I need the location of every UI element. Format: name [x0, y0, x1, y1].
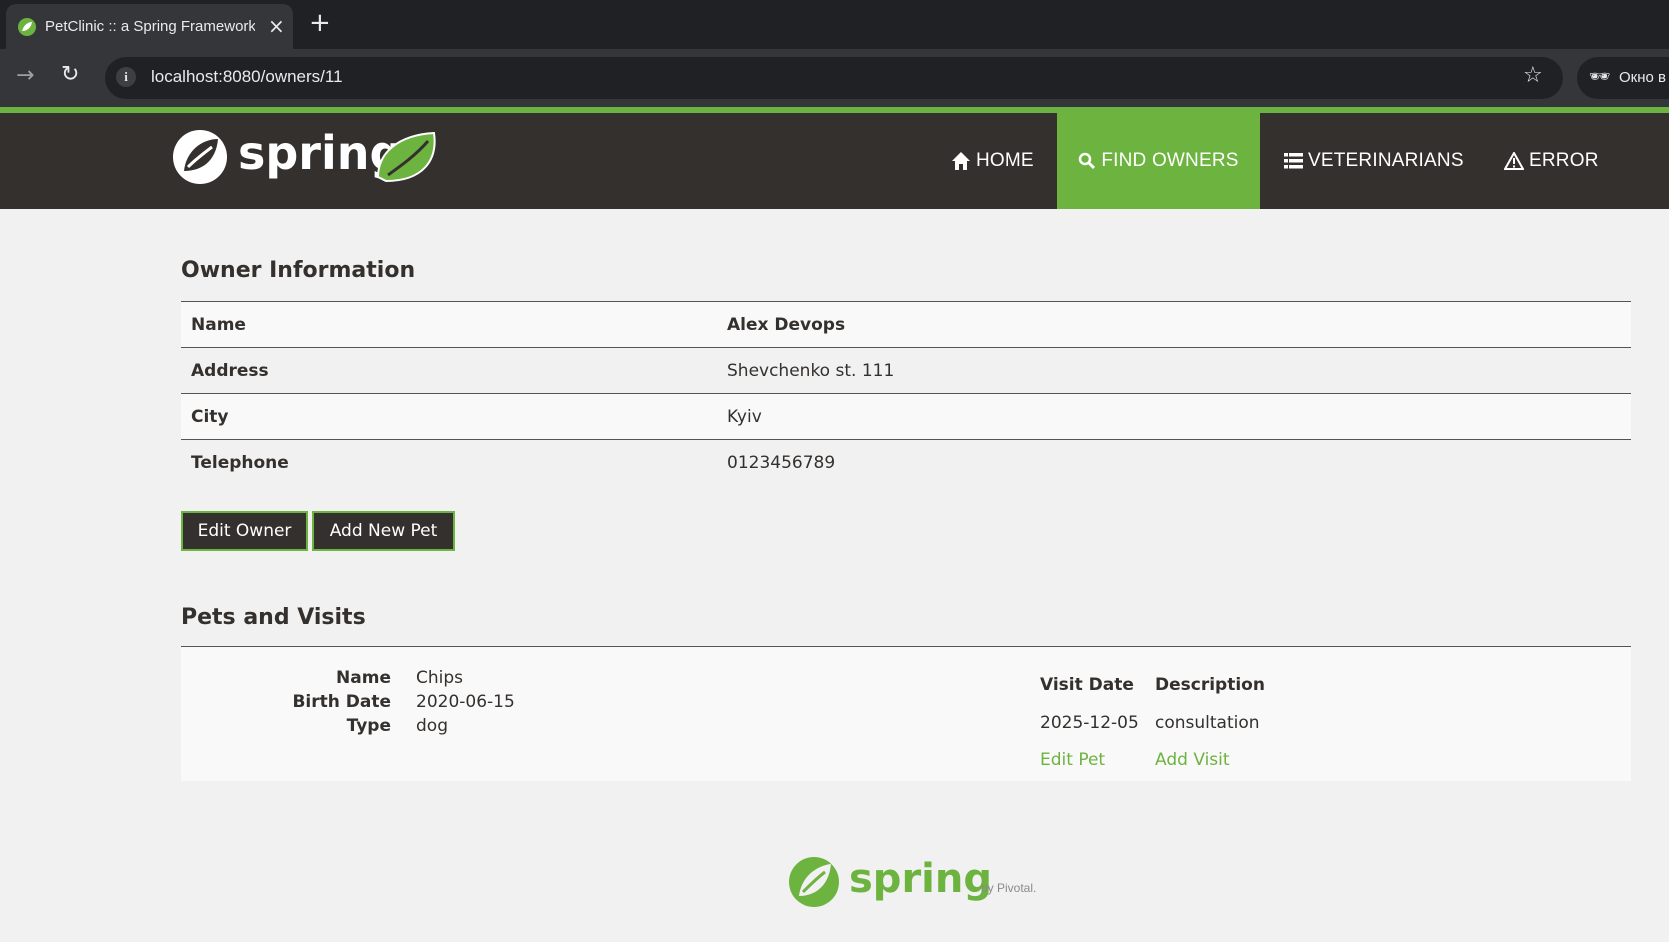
table-row: Address Shevchenko st. 111 — [181, 347, 1631, 394]
nav-find-owners-label: FIND OWNERS — [1101, 150, 1239, 171]
navbar: spring HOME FIND OWNERS VETERINARIANS ER… — [0, 113, 1669, 209]
browser-tab[interactable]: PetClinic :: a Spring Framework × — [6, 4, 293, 49]
incognito-badge[interactable]: 🕶 Окно в — [1577, 57, 1669, 99]
edit-owner-button[interactable]: Edit Owner — [181, 511, 308, 551]
tab-close-icon[interactable]: × — [268, 14, 285, 38]
spring-leaf-favicon-icon — [18, 18, 36, 36]
incognito-label: Окно в — [1619, 69, 1666, 86]
site-info-icon[interactable]: i — [116, 67, 136, 87]
pet-type-value: dog — [416, 716, 448, 736]
url-text[interactable]: localhost:8080/owners/11 — [151, 67, 343, 87]
reload-icon[interactable]: ↻ — [61, 62, 79, 87]
owner-city-label: City — [191, 406, 229, 427]
footer-spring-logo: spring by Pivotal. — [789, 856, 1036, 907]
owner-address-value: Shevchenko st. 111 — [727, 360, 895, 381]
visit-date-cell: 2025-12-05 — [1040, 713, 1139, 733]
pet-birth-date-label: Birth Date — [292, 692, 391, 712]
pet-type-label: Type — [346, 716, 391, 736]
owner-section-title: Owner Information — [181, 258, 416, 283]
owner-city-value: Kyiv — [727, 406, 762, 427]
browser-tab-strip: PetClinic :: a Spring Framework × + — [0, 0, 1669, 49]
incognito-icon: 🕶 — [1589, 67, 1611, 87]
nav-veterinarians[interactable]: VETERINARIANS — [1284, 113, 1464, 209]
table-row: Telephone 0123456789 — [181, 439, 1631, 486]
visit-description-header: Description — [1155, 675, 1265, 695]
browser-toolbar: → ↻ i localhost:8080/owners/11 ☆ 🕶 Окно … — [0, 49, 1669, 107]
owner-address-label: Address — [191, 360, 269, 381]
edit-pet-link[interactable]: Edit Pet — [1040, 750, 1105, 770]
warning-icon — [1504, 152, 1524, 170]
forward-arrow-icon[interactable]: → — [16, 63, 34, 88]
table-row: City Kyiv — [181, 393, 1631, 440]
nav-find-owners[interactable]: FIND OWNERS — [1057, 113, 1260, 209]
visit-date-header: Visit Date — [1040, 675, 1134, 695]
footer-spring-text: spring — [849, 856, 992, 902]
add-visit-link[interactable]: Add Visit — [1155, 750, 1230, 770]
spring-logo[interactable]: spring — [172, 125, 462, 189]
owner-name-label: Name — [191, 314, 246, 335]
owner-telephone-label: Telephone — [191, 452, 289, 473]
home-icon — [952, 152, 970, 170]
address-bar[interactable]: i localhost:8080/owners/11 ☆ — [105, 57, 1563, 99]
new-tab-icon[interactable]: + — [309, 8, 331, 38]
pets-section-title: Pets and Visits — [181, 605, 366, 630]
pet-birth-date-value: 2020-06-15 — [416, 692, 515, 712]
pet-row: Name Chips Birth Date 2020-06-15 Type do… — [181, 647, 1631, 781]
nav-error[interactable]: ERROR — [1504, 113, 1599, 209]
nav-home[interactable]: HOME — [951, 113, 1034, 209]
add-new-pet-button[interactable]: Add New Pet — [312, 511, 455, 551]
list-icon — [1284, 153, 1303, 169]
owner-telephone-value: 0123456789 — [727, 452, 836, 473]
visit-description-cell: consultation — [1155, 713, 1260, 733]
nav-home-label: HOME — [976, 150, 1034, 171]
footer-pivotal-text: by Pivotal. — [981, 881, 1036, 895]
tab-title: PetClinic :: a Spring Framework — [45, 18, 255, 35]
pet-name-value: Chips — [416, 668, 464, 688]
owner-name-value: Alex Devops — [727, 314, 846, 335]
nav-veterinarians-label: VETERINARIANS — [1308, 150, 1464, 171]
pet-name-label: Name — [336, 668, 391, 688]
owner-info-table: Name Alex Devops Address Shevchenko st. … — [181, 301, 1631, 486]
nav-error-label: ERROR — [1529, 150, 1599, 171]
search-icon — [1079, 152, 1096, 170]
table-row: Name Alex Devops — [181, 301, 1631, 348]
bookmark-star-icon[interactable]: ☆ — [1523, 63, 1543, 88]
